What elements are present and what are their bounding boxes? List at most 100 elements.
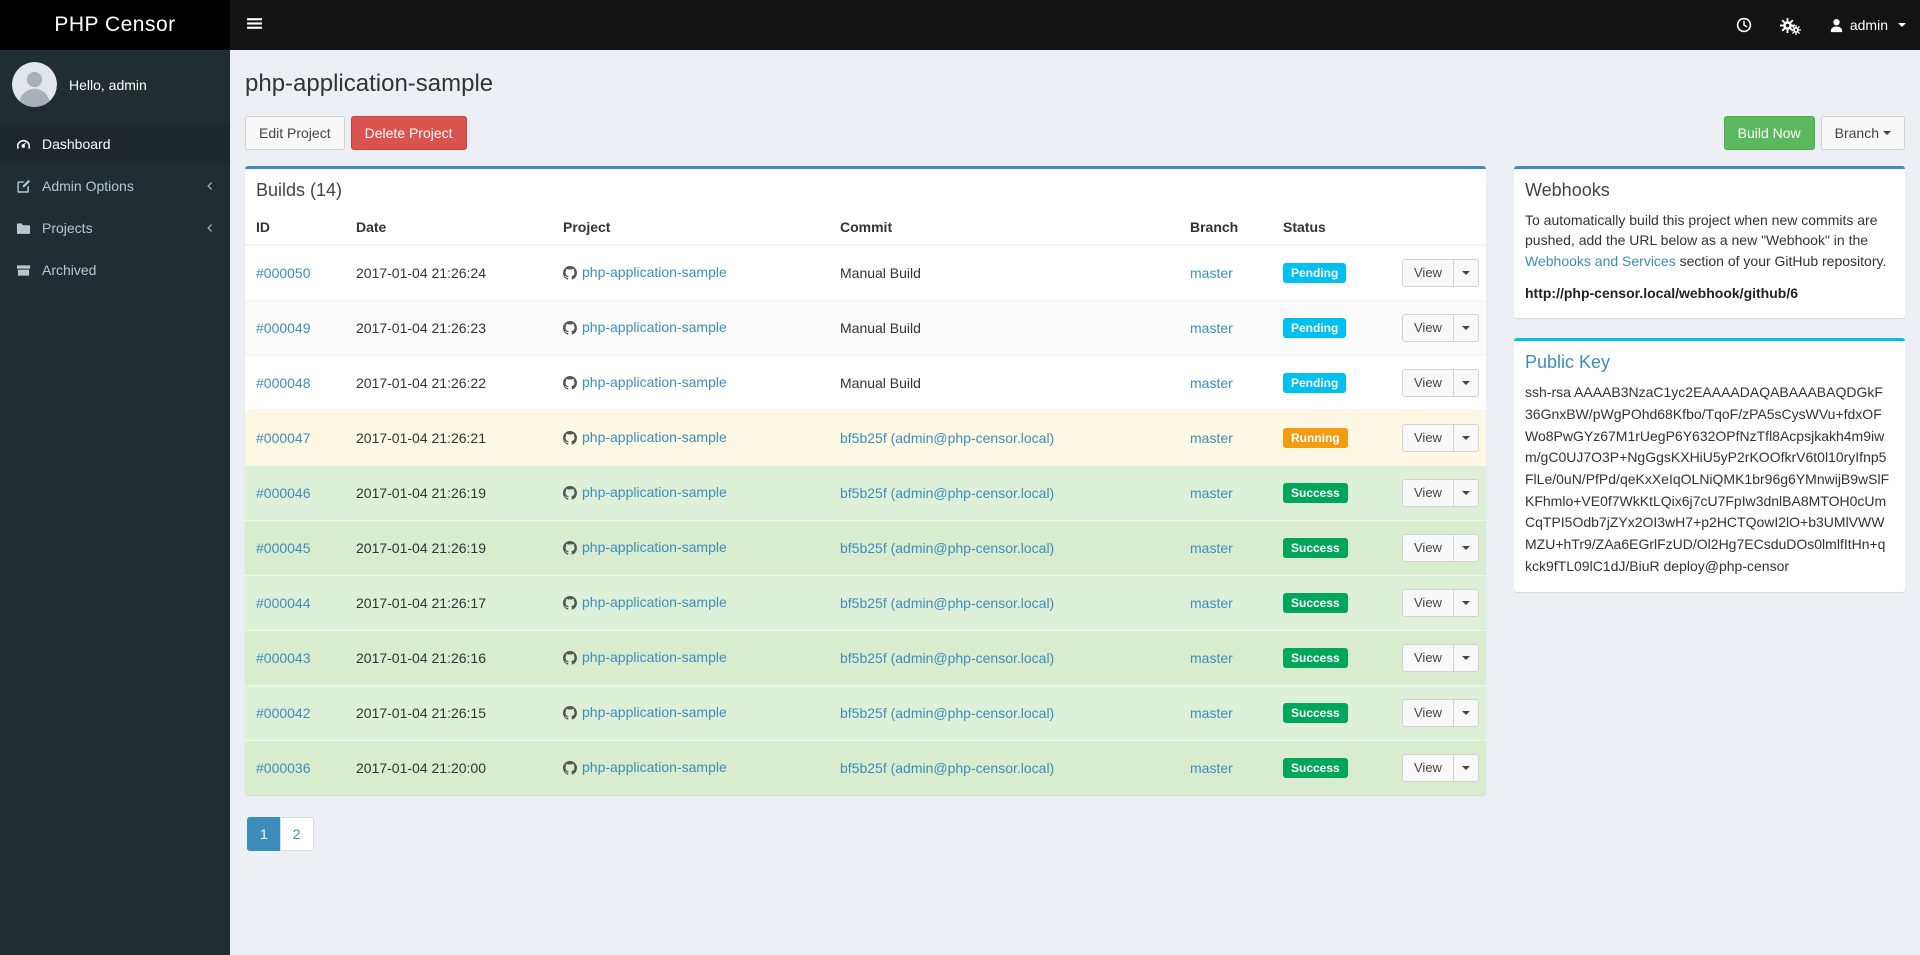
github-icon <box>563 760 577 778</box>
view-dropdown-toggle[interactable] <box>1453 369 1479 397</box>
view-build-button[interactable]: View <box>1402 424 1454 452</box>
webhooks-services-link[interactable]: Webhooks and Services <box>1525 253 1676 269</box>
view-dropdown-toggle[interactable] <box>1453 259 1479 287</box>
user-menu-label: admin <box>1849 17 1888 33</box>
build-project-cell: php-application-sample <box>555 465 832 521</box>
build-commit-cell: bf5b25f (admin@php-censor.local) <box>832 630 1182 686</box>
view-dropdown-toggle[interactable] <box>1453 589 1479 617</box>
build-branch-link[interactable]: master <box>1190 320 1233 336</box>
view-build-button[interactable]: View <box>1402 479 1454 507</box>
view-build-button[interactable]: View <box>1402 644 1454 672</box>
view-dropdown-toggle[interactable] <box>1453 754 1479 782</box>
build-branch-link[interactable]: master <box>1190 265 1233 281</box>
build-project-link[interactable]: php-application-sample <box>582 374 727 390</box>
build-branch-link[interactable]: master <box>1190 650 1233 666</box>
build-history-menu[interactable] <box>1722 0 1766 50</box>
build-date: 2017-01-04 21:20:00 <box>348 740 555 795</box>
build-project-link[interactable]: php-application-sample <box>582 594 727 610</box>
build-id-link[interactable]: #000049 <box>256 320 311 336</box>
view-dropdown-toggle[interactable] <box>1453 644 1479 672</box>
chevron-down-icon <box>1461 326 1470 330</box>
build-branch-cell: master <box>1182 465 1275 521</box>
sidebar-item-admin-options[interactable]: Admin Options <box>0 165 230 207</box>
sidebar-item-projects[interactable]: Projects <box>0 207 230 249</box>
view-build-button[interactable]: View <box>1402 259 1454 287</box>
view-build-button[interactable]: View <box>1402 314 1454 342</box>
view-button-group: View <box>1402 424 1479 452</box>
pagination-page-2[interactable]: 2 <box>279 817 314 851</box>
build-id-link[interactable]: #000046 <box>256 485 311 501</box>
view-dropdown-toggle[interactable] <box>1453 534 1479 562</box>
view-button-group: View <box>1402 534 1479 562</box>
build-branch-cell: master <box>1182 630 1275 686</box>
user-menu[interactable]: admin <box>1815 0 1920 50</box>
view-dropdown-toggle[interactable] <box>1453 424 1479 452</box>
build-project-link[interactable]: php-application-sample <box>582 429 727 445</box>
build-project-link[interactable]: php-application-sample <box>582 539 727 555</box>
build-actions-cell: View <box>1394 244 1486 301</box>
chevron-down-icon <box>1883 131 1891 135</box>
build-id-link[interactable]: #000048 <box>256 375 311 391</box>
build-date: 2017-01-04 21:26:15 <box>348 685 555 741</box>
build-branch-link[interactable]: master <box>1190 375 1233 391</box>
view-build-button[interactable]: View <box>1402 369 1454 397</box>
build-project-link[interactable]: php-application-sample <box>582 649 727 665</box>
build-row: #000045 2017-01-04 21:26:19 php-applicat… <box>245 520 1486 576</box>
build-id-link[interactable]: #000047 <box>256 430 311 446</box>
edit-project-button[interactable]: Edit Project <box>245 116 345 150</box>
build-project-link[interactable]: php-application-sample <box>582 264 727 280</box>
sidebar-item-label: Archived <box>42 262 97 278</box>
build-project-link[interactable]: php-application-sample <box>582 484 727 500</box>
build-branch-link[interactable]: master <box>1190 595 1233 611</box>
build-id-link[interactable]: #000050 <box>256 265 311 281</box>
sidebar-toggle-button[interactable] <box>230 0 278 50</box>
build-status-cell: Success <box>1275 575 1394 631</box>
view-build-button[interactable]: View <box>1402 589 1454 617</box>
brand-logo[interactable]: PHP Censor <box>0 0 230 50</box>
sidebar-item-dashboard[interactable]: Dashboard <box>0 123 230 165</box>
archive-icon <box>16 263 42 278</box>
build-id-link[interactable]: #000043 <box>256 650 311 666</box>
pagination-page-1[interactable]: 1 <box>247 817 281 851</box>
build-branch-link[interactable]: master <box>1190 760 1233 776</box>
build-project-link[interactable]: php-application-sample <box>582 319 727 335</box>
build-id-link[interactable]: #000036 <box>256 760 311 776</box>
build-id-link[interactable]: #000042 <box>256 705 311 721</box>
build-commit[interactable]: Manual Build <box>840 320 921 336</box>
sidebar-item-archived[interactable]: Archived <box>0 249 230 291</box>
build-branch-link[interactable]: master <box>1190 485 1233 501</box>
build-id-link[interactable]: #000044 <box>256 595 311 611</box>
build-id-link[interactable]: #000045 <box>256 540 311 556</box>
delete-project-button[interactable]: Delete Project <box>350 116 467 150</box>
build-commit[interactable]: bf5b25f (admin@php-censor.local) <box>840 650 1054 666</box>
settings-menu[interactable] <box>1766 0 1815 50</box>
build-status-cell: Success <box>1275 630 1394 686</box>
build-project-link[interactable]: php-application-sample <box>582 704 727 720</box>
build-commit[interactable]: bf5b25f (admin@php-censor.local) <box>840 485 1054 501</box>
chevron-down-icon <box>1461 381 1470 385</box>
build-commit[interactable]: bf5b25f (admin@php-censor.local) <box>840 705 1054 721</box>
build-commit[interactable]: bf5b25f (admin@php-censor.local) <box>840 540 1054 556</box>
view-dropdown-toggle[interactable] <box>1453 479 1479 507</box>
edit-icon <box>16 179 42 194</box>
build-commit-cell: bf5b25f (admin@php-censor.local) <box>832 410 1182 466</box>
build-branch-link[interactable]: master <box>1190 540 1233 556</box>
view-build-button[interactable]: View <box>1402 754 1454 782</box>
view-build-button[interactable]: View <box>1402 699 1454 727</box>
view-dropdown-toggle[interactable] <box>1453 699 1479 727</box>
build-project-link[interactable]: php-application-sample <box>582 759 727 775</box>
hamburger-icon <box>246 15 263 35</box>
view-dropdown-toggle[interactable] <box>1453 314 1479 342</box>
webhooks-text-after: section of your GitHub repository. <box>1675 252 1887 269</box>
build-branch-link[interactable]: master <box>1190 705 1233 721</box>
build-row: #000042 2017-01-04 21:26:15 php-applicat… <box>245 685 1486 741</box>
build-now-button[interactable]: Build Now <box>1723 116 1815 150</box>
build-commit[interactable]: Manual Build <box>840 375 921 391</box>
build-commit[interactable]: Manual Build <box>840 265 921 281</box>
view-build-button[interactable]: View <box>1402 534 1454 562</box>
branch-dropdown-button[interactable]: Branch <box>1820 116 1905 150</box>
build-branch-link[interactable]: master <box>1190 430 1233 446</box>
build-commit[interactable]: bf5b25f (admin@php-censor.local) <box>840 760 1054 776</box>
build-commit[interactable]: bf5b25f (admin@php-censor.local) <box>840 430 1054 446</box>
build-commit[interactable]: bf5b25f (admin@php-censor.local) <box>840 595 1054 611</box>
